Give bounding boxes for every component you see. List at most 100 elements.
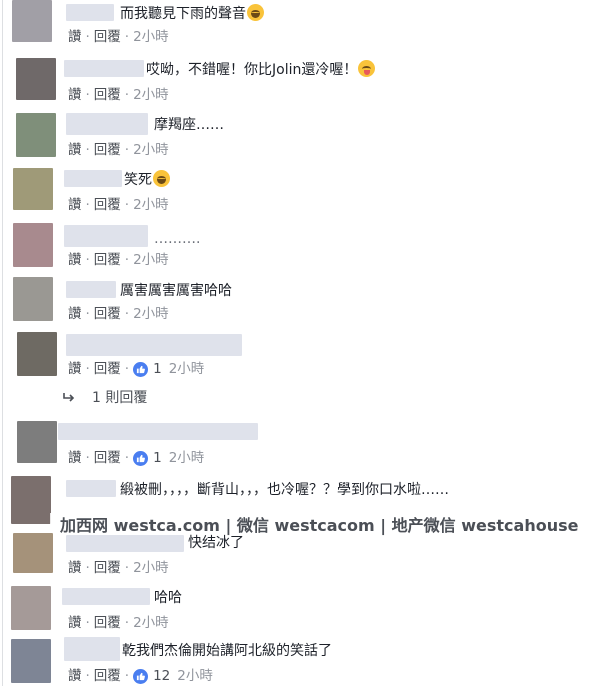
tongue-emoji-icon [358, 60, 376, 77]
separator: · [124, 197, 130, 213]
timestamp[interactable]: 2小時 [133, 27, 169, 47]
separator: · [124, 361, 130, 377]
commenter-name[interactable] [66, 4, 114, 21]
avatar[interactable] [16, 113, 56, 157]
separator: · [85, 252, 90, 268]
reply-button[interactable]: 回覆 [94, 558, 121, 578]
reply-button[interactable]: 回覆 [94, 250, 121, 270]
separator: · [85, 560, 90, 576]
avatar[interactable] [11, 476, 51, 524]
separator: · [85, 29, 90, 45]
comment-text: 厲害厲害厲害哈哈 [120, 283, 232, 299]
comment-text: 乾我們杰倫開始講阿北級的笑話了 [122, 643, 332, 659]
commenter-name[interactable] [64, 60, 144, 77]
avatar[interactable] [13, 533, 53, 573]
like-count-badge[interactable]: 12 [133, 666, 170, 686]
reply-button[interactable]: 回覆 [94, 304, 121, 324]
like-button[interactable]: 讚 [68, 140, 82, 160]
like-button[interactable]: 讚 [68, 85, 82, 105]
avatar[interactable] [11, 639, 51, 683]
commenter-name[interactable] [62, 588, 150, 605]
reply-arrow-icon [63, 393, 75, 402]
like-button[interactable]: 讚 [68, 448, 82, 468]
comment-text: 哎呦，不錯喔！你比Jolin還冷喔！ [146, 60, 376, 80]
reply-button[interactable]: 回覆 [94, 85, 121, 105]
laughing-emoji-icon [153, 170, 170, 187]
like-button[interactable]: 讚 [68, 666, 82, 686]
timestamp[interactable]: 2小時 [133, 85, 169, 105]
separator: · [85, 87, 90, 103]
separator: · [85, 361, 90, 377]
separator: · [85, 306, 90, 322]
timestamp[interactable]: 2小時 [133, 558, 169, 578]
reply-button[interactable]: 回覆 [94, 666, 121, 686]
separator: · [124, 615, 130, 631]
thumbs-up-icon [133, 361, 149, 377]
avatar[interactable] [13, 223, 53, 267]
comment-text: 快结冰了 [188, 535, 244, 551]
like-count-badge[interactable]: 1 [133, 359, 162, 379]
comment-text: 笑死 [124, 170, 170, 190]
commenter-name[interactable] [66, 480, 116, 497]
timestamp[interactable]: 2小時 [133, 250, 169, 270]
separator: · [85, 450, 90, 466]
reply-button[interactable]: 回覆 [94, 359, 121, 379]
timestamp[interactable]: 2小時 [133, 613, 169, 633]
separator: · [124, 560, 130, 576]
avatar[interactable] [16, 58, 56, 100]
replies-count-label: 1 則回覆 [92, 390, 148, 406]
reply-button[interactable]: 回覆 [94, 195, 121, 215]
separator: · [124, 450, 130, 466]
timestamp[interactable]: 2小時 [133, 140, 169, 160]
like-button[interactable]: 讚 [68, 27, 82, 47]
reply-button[interactable]: 回覆 [94, 448, 121, 468]
like-button[interactable]: 讚 [68, 250, 82, 270]
avatar[interactable] [13, 277, 53, 321]
separator: · [85, 615, 90, 631]
separator: · [85, 197, 90, 213]
reply-button[interactable]: 回覆 [94, 613, 121, 633]
comment-text: 摩羯座…… [154, 117, 224, 133]
comment-text: 而我聽見下雨的聲音 [120, 4, 264, 24]
separator: · [124, 142, 130, 158]
timestamp[interactable]: 2小時 [169, 359, 205, 379]
thumbs-up-icon [133, 450, 149, 466]
commenter-name[interactable] [58, 423, 258, 440]
reply-button[interactable]: 回覆 [94, 140, 121, 160]
separator: · [124, 306, 130, 322]
commenter-name[interactable] [64, 637, 120, 661]
commenter-name[interactable] [66, 535, 184, 552]
reply-button[interactable]: 回覆 [94, 27, 121, 47]
commenter-name[interactable] [66, 334, 242, 356]
like-count-badge[interactable]: 1 [133, 448, 162, 468]
like-button[interactable]: 讚 [68, 304, 82, 324]
view-replies-link[interactable]: 1 則回覆 [62, 388, 147, 408]
timestamp[interactable]: 2小時 [133, 304, 169, 324]
avatar[interactable] [12, 0, 52, 42]
avatar[interactable] [17, 421, 57, 463]
avatar[interactable] [11, 586, 51, 630]
timestamp[interactable]: 2小時 [177, 666, 213, 686]
comment-feed: 而我聽見下雨的聲音 讚 · 回覆 · 2小時 哎呦，不錯喔！你比Jolin還冷喔… [0, 0, 591, 686]
thumbs-up-icon [133, 668, 149, 684]
separator: · [124, 252, 130, 268]
separator: · [124, 87, 130, 103]
commenter-name[interactable] [64, 225, 148, 247]
avatar[interactable] [17, 332, 57, 376]
separator: · [85, 142, 90, 158]
commenter-name[interactable] [66, 113, 148, 135]
separator: · [85, 668, 90, 684]
like-button[interactable]: 讚 [68, 613, 82, 633]
like-button[interactable]: 讚 [68, 558, 82, 578]
like-button[interactable]: 讚 [68, 359, 82, 379]
timestamp[interactable]: 2小時 [133, 195, 169, 215]
avatar[interactable] [13, 168, 53, 210]
laughing-emoji-icon [247, 4, 264, 21]
separator: · [124, 29, 130, 45]
comment-text: 緞被刪，，，，斷背山，，，也冷喔？？學到你口水啦…… [120, 482, 449, 498]
like-button[interactable]: 讚 [68, 195, 82, 215]
left-border [2, 0, 3, 686]
timestamp[interactable]: 2小時 [169, 448, 205, 468]
commenter-name[interactable] [66, 281, 116, 298]
commenter-name[interactable] [64, 170, 122, 187]
